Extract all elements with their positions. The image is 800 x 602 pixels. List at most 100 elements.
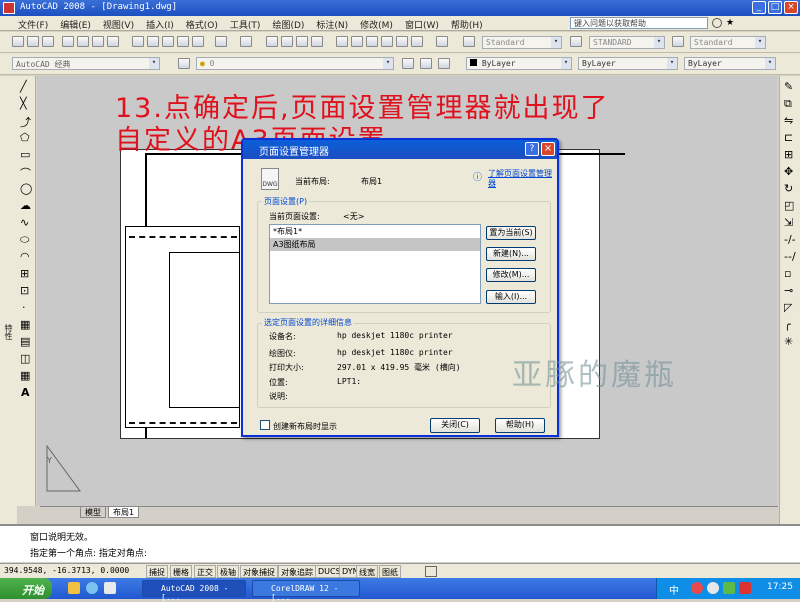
copy-object-icon[interactable]: ⧉ [784,97,792,111]
print-icon[interactable] [62,36,74,47]
menu-view[interactable]: 视图(V) [97,16,140,31]
menu-file[interactable]: 文件(F) [0,16,54,31]
new-button[interactable]: 新建(N)... [486,247,536,261]
help-icon[interactable] [436,36,448,47]
menu-modify[interactable]: 修改(M) [354,16,399,31]
region-icon[interactable]: ◫ [20,352,30,365]
table-icon[interactable]: ▦ [20,369,30,382]
layer-state-icon[interactable] [438,58,450,69]
dim-style-icon[interactable] [570,36,582,47]
gradient-icon[interactable]: ▤ [20,335,30,348]
save-icon[interactable] [42,36,54,47]
minimize-button[interactable]: _ [752,1,766,14]
erase-icon[interactable]: ✎ [784,80,793,93]
menu-help[interactable]: 帮助(H) [445,16,489,31]
sheet-set-icon[interactable] [381,36,393,47]
make-current-layer-icon[interactable] [402,58,414,69]
calculator-icon[interactable] [411,36,423,47]
linetype-select[interactable]: ByLayer ▾ [578,57,678,70]
markup-icon[interactable] [396,36,408,47]
layer-previous-icon[interactable] [420,58,432,69]
fillet-icon[interactable]: ╭ [784,318,791,331]
import-button[interactable]: 输入(I)... [486,290,536,304]
chevron-down-icon[interactable]: ▾ [755,37,765,48]
join-icon[interactable]: ⊸ [784,284,793,297]
star-icon[interactable]: ★ [726,18,734,28]
volume-icon[interactable] [707,582,719,594]
help-dialog-button[interactable]: 帮助(H) [495,418,545,433]
brush-icon[interactable] [192,36,204,47]
dialog-close-icon[interactable]: × [541,142,555,156]
menu-draw[interactable]: 绘图(D) [266,16,310,31]
layer-select[interactable]: ● 0 ▾ [196,57,394,70]
construction-line-icon[interactable]: ╳ [20,97,27,110]
undo-icon[interactable] [215,36,227,47]
array-icon[interactable]: ⊞ [784,148,793,161]
point-icon[interactable]: · [22,301,26,314]
help-search-input[interactable]: 键入问题以获取帮助 [570,17,708,29]
redo-icon[interactable] [240,36,252,47]
menu-format[interactable]: 格式(O) [180,16,224,31]
ellipse-arc-icon[interactable]: ◠ [20,250,30,263]
mirror-icon[interactable]: ⇋ [784,114,793,127]
zoom-window-icon[interactable] [296,36,308,47]
zoom-realtime-icon[interactable] [281,36,293,47]
explode-icon[interactable]: ✳ [784,335,793,348]
spline-icon[interactable]: ∿ [20,216,29,229]
paste-icon[interactable] [162,36,174,47]
menu-dimension[interactable]: 标注(N) [310,16,354,31]
rotate-icon[interactable]: ↻ [784,182,793,195]
ellipse-icon[interactable]: ⬭ [20,233,29,247]
tab-layout1[interactable]: 布局1 [108,507,140,518]
chevron-down-icon[interactable]: ▾ [551,37,561,48]
chevron-down-icon[interactable]: ▾ [561,58,571,69]
move-icon[interactable]: ✥ [784,165,793,178]
close-dialog-button[interactable]: 关闭(C) [430,418,480,433]
ortho-toggle[interactable]: 正交 [194,565,216,578]
chevron-down-icon[interactable]: ▾ [383,58,393,69]
open-file-icon[interactable] [27,36,39,47]
text-style-select[interactable]: Standard ▾ [482,36,562,49]
hatch-icon[interactable]: ▦ [20,318,30,331]
menu-insert[interactable]: 插入(I) [140,16,180,31]
polar-toggle[interactable]: 极轴 [217,565,239,578]
print-preview-icon[interactable] [77,36,89,47]
tab-model[interactable]: 模型 [80,507,106,518]
new-file-icon[interactable] [12,36,24,47]
network-icon[interactable] [723,582,735,594]
chevron-down-icon[interactable]: ▾ [149,58,159,69]
scale-icon[interactable]: ◰ [784,199,794,212]
paper-toggle[interactable]: 图纸 [379,565,401,578]
polygon-icon[interactable]: ⬠ [20,131,30,144]
table-style-select[interactable]: Standard ▾ [690,36,766,49]
list-item[interactable]: *布局1* [270,225,480,238]
cut-icon[interactable] [132,36,144,47]
search-icon[interactable] [712,18,722,28]
lineweight-toggle[interactable]: 线宽 [356,565,378,578]
trim-icon[interactable]: -/- [784,233,796,246]
break-icon[interactable]: ▫ [784,267,791,280]
snap-toggle[interactable]: 捕捉 [146,565,168,578]
insert-block-icon[interactable]: ⊞ [20,267,29,280]
close-button[interactable]: × [784,1,798,14]
command-window[interactable]: 窗口说明无效。 指定第一个角点: 指定对角点: [0,524,800,562]
chevron-down-icon[interactable]: ▾ [667,58,677,69]
menu-edit[interactable]: 编辑(E) [54,16,97,31]
properties-icon[interactable] [336,36,348,47]
modify-button[interactable]: 修改(M)... [486,268,536,282]
multiline-text-icon[interactable]: A [21,386,30,399]
show-on-new-layout-checkbox[interactable] [260,420,270,430]
table-style-icon[interactable] [672,36,684,47]
list-item-selected[interactable]: A3图纸布局 [270,238,480,251]
line-tool-icon[interactable]: ╱ [20,80,27,93]
rectangle-icon[interactable]: ▭ [20,148,30,161]
match-properties-icon[interactable] [177,36,189,47]
revision-cloud-icon[interactable]: ☁ [20,199,31,212]
antivirus-icon[interactable] [739,582,751,594]
dim-style-select[interactable]: STANDARD ▾ [589,36,665,49]
maximize-viewport-icon[interactable] [425,566,437,577]
grid-toggle[interactable]: 栅格 [170,565,192,578]
lineweight-select[interactable]: ByLayer ▾ [684,57,776,70]
start-button[interactable]: 开始 [0,578,52,599]
menu-tools[interactable]: 工具(T) [224,16,267,31]
